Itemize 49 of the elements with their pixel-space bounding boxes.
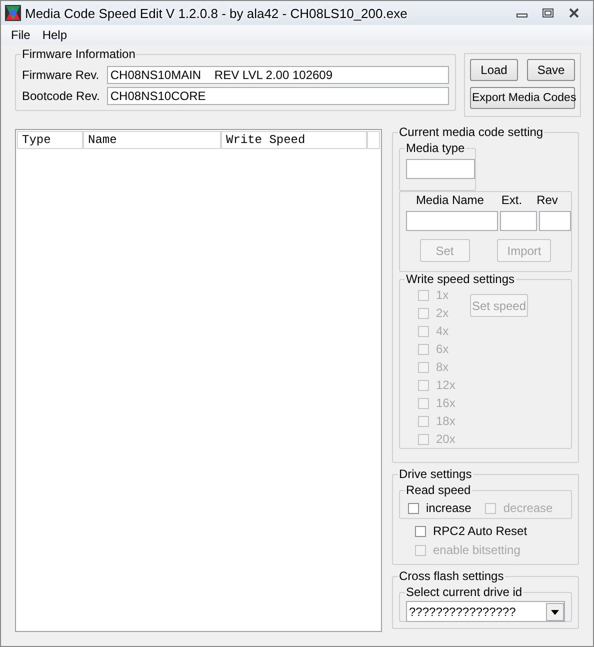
column-header[interactable]: Write Speed <box>221 131 367 149</box>
push-button[interactable]: Export Media Codes <box>470 87 575 109</box>
push-button[interactable]: Save <box>527 59 575 81</box>
checkbox-label: 4x <box>436 324 449 338</box>
field-label: Firmware Rev. <box>22 68 100 82</box>
input-field[interactable]: CH08NS10MAIN REV LVL 2.00 102609 <box>107 66 449 84</box>
push-button[interactable]: Load <box>470 59 518 81</box>
column-header[interactable]: Name <box>83 131 221 149</box>
input-field[interactable] <box>406 211 498 231</box>
checkbox-label: enable bitsetting <box>433 543 520 557</box>
checkbox-label: increase <box>426 501 472 515</box>
group-title: Current media code setting <box>398 125 544 139</box>
input-field[interactable] <box>500 211 537 231</box>
checkbox[interactable] <box>408 502 419 514</box>
checkbox-label: 6x <box>436 342 449 356</box>
field-label: Bootcode Rev. <box>22 89 101 103</box>
checkbox-label: 20x <box>436 432 456 446</box>
column-header[interactable] <box>367 131 380 149</box>
group-title: Read speed <box>405 483 472 497</box>
input-field[interactable] <box>406 159 475 179</box>
column-header[interactable]: Type <box>17 131 83 149</box>
field-label: Media Name <box>414 193 485 208</box>
dropdown[interactable]: ???????????????? <box>406 601 565 622</box>
group-title: Drive settings <box>398 467 473 481</box>
group-title: Media type <box>405 141 466 155</box>
checkbox[interactable] <box>415 526 426 536</box>
checkbox-label: 2x <box>436 306 449 320</box>
checkbox-label: decrease <box>503 501 553 515</box>
window-title: Media Code Speed Edit V 1.2.0.8 - by ala42 - CH08LS10_200.exe <box>25 6 408 20</box>
checkbox-label: RPC2 Auto Reset <box>433 524 528 538</box>
checkbox-label: 18x <box>436 414 456 428</box>
maximize-icon[interactable] <box>541 8 555 18</box>
menu-item[interactable]: File <box>11 28 30 42</box>
group-title: Cross flash settings <box>398 569 505 583</box>
group-title: Write speed settings <box>405 272 516 286</box>
checkbox-label: 16x <box>436 396 456 410</box>
field-label: Rev <box>536 193 559 208</box>
close-icon[interactable] <box>567 8 581 18</box>
field-label: Ext. <box>500 193 524 208</box>
menu-item[interactable]: Help <box>42 28 68 42</box>
group-title: Select current drive id <box>405 585 524 599</box>
app-icon <box>5 5 21 21</box>
checkbox-label: 8x <box>436 360 449 374</box>
checkbox-label: 12x <box>436 378 456 392</box>
list-view[interactable]: Type Name Write Speed <box>15 129 382 632</box>
checkbox-label: 1x <box>436 288 449 302</box>
input-field[interactable]: CH08NS10CORE <box>107 87 449 105</box>
group-title: Firmware Information <box>21 47 136 61</box>
input-field[interactable] <box>539 211 571 231</box>
